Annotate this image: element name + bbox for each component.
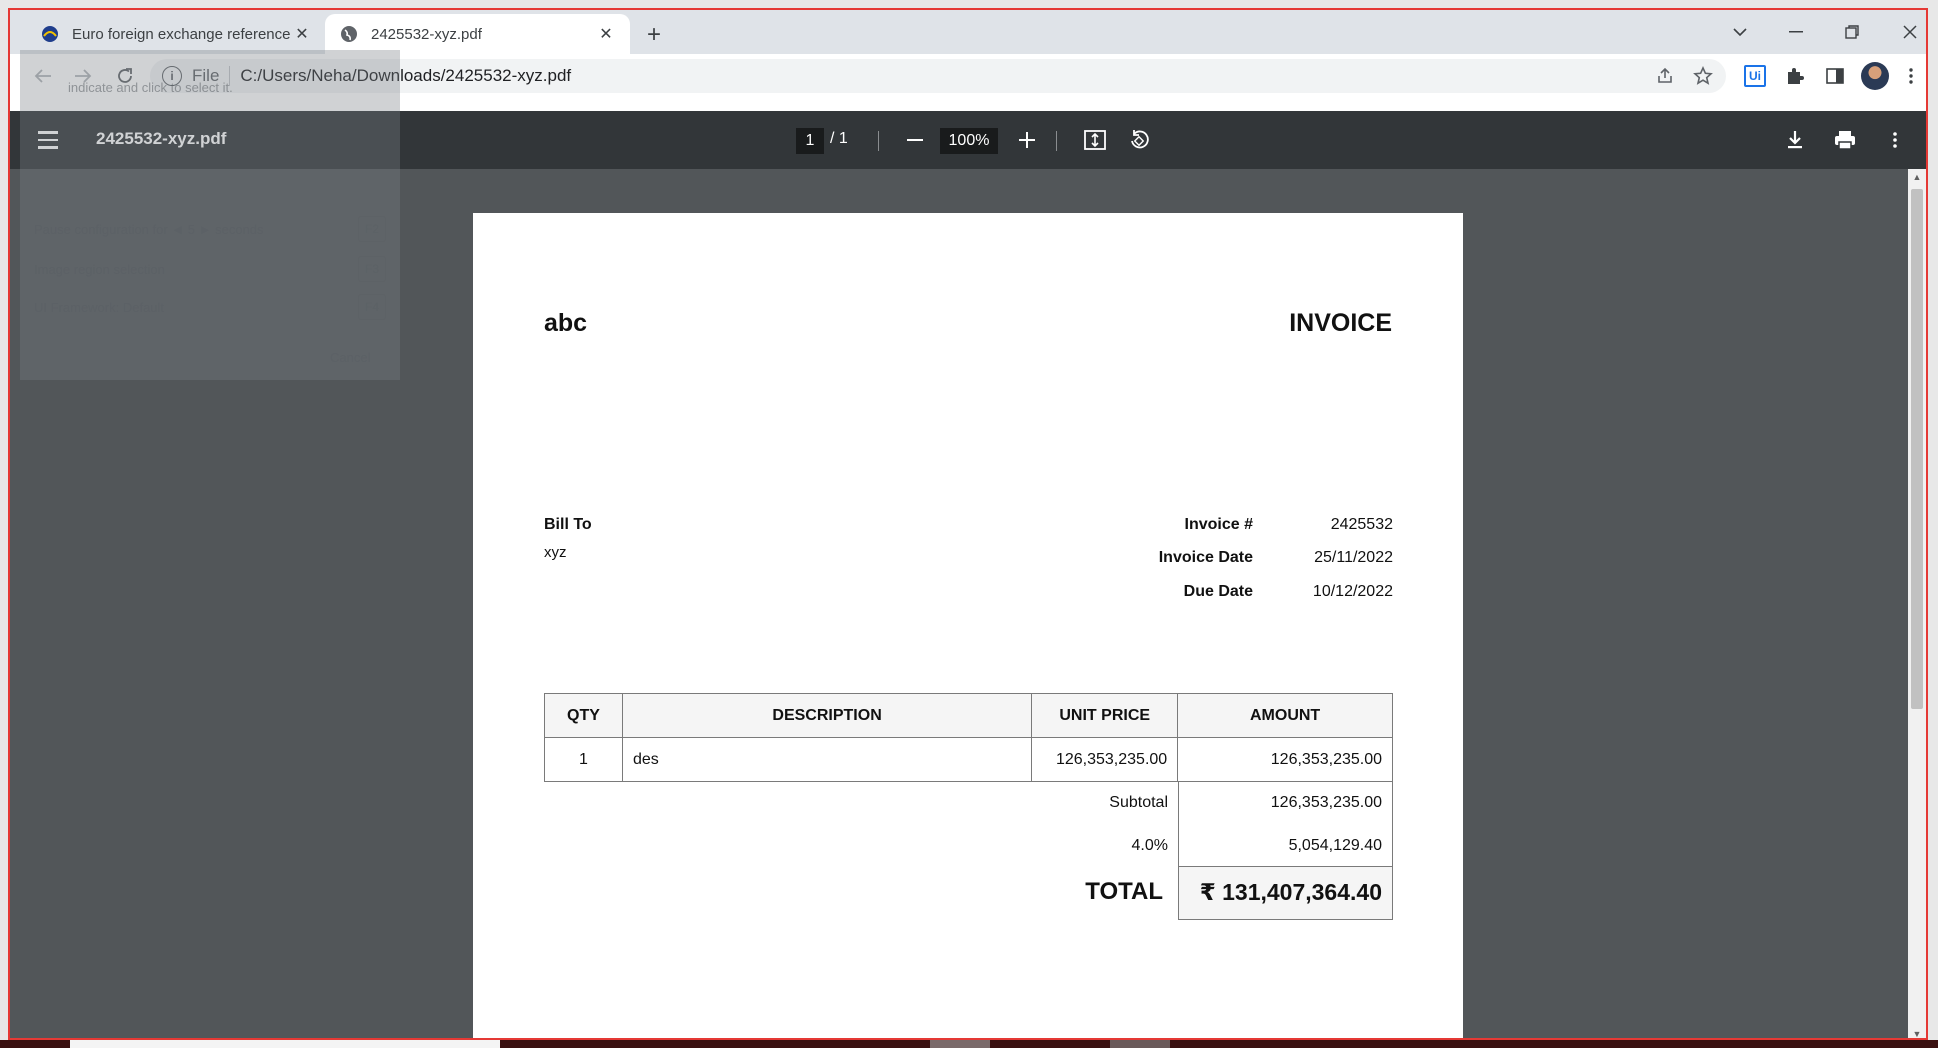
tab-title: Euro foreign exchange reference [72,25,291,43]
subtotal-row: Subtotal 126,353,235.00 [544,781,1393,825]
meta-label: Due Date [1183,583,1253,600]
faded-overlay-panel: indicate and click to select it. Pause c… [20,50,400,380]
side-panel-icon[interactable] [1820,61,1850,91]
tab-title: 2425532-xyz.pdf [371,25,482,43]
overlay-text: Image region selection [34,262,165,277]
avatar [1861,62,1889,90]
invoice-number-row: Invoice # 2425532 [1033,516,1393,534]
tax-value: 5,054,129.40 [1178,824,1393,868]
close-tab-icon[interactable]: ✕ [596,24,616,44]
meta-value: 2425532 [1330,516,1393,533]
download-icon[interactable] [1780,125,1810,155]
scrollbar-thumb[interactable] [1911,189,1923,709]
scroll-down-arrow-icon[interactable]: ▼ [1912,1029,1922,1038]
meta-label: Invoice Date [1158,549,1253,566]
overlay-text: indicate and click to select it. [68,80,233,95]
description-cell: des [621,737,1033,782]
total-label: TOTAL [1085,878,1163,905]
table-header-row: QTY DESCRIPTION UNIT PRICE AMOUNT [544,693,1393,738]
overlay-text: Pause configuration for ◄ 5 ► seconds [34,222,264,237]
invoice-date-row: Invoice Date 25/11/2022 [1033,549,1393,567]
zoom-in-button[interactable] [1012,125,1042,155]
total-row: TOTAL ₹ 131,407,364.40 [544,866,1393,920]
unit-price-cell: 126,353,235.00 [1031,737,1179,782]
uipath-extension-icon[interactable]: Ui [1740,61,1770,91]
fit-to-page-icon[interactable] [1080,125,1110,155]
overlay-key: F3 [358,256,386,282]
table-row: 1 des 126,353,235.00 126,353,235.00 [544,737,1393,782]
taskbar-strip [0,1040,1938,1048]
taskbar-segment [1110,1040,1170,1048]
subtotal-label: Subtotal [1109,794,1168,811]
zoom-level-input[interactable]: 100% [940,128,998,154]
browser-menu-icon[interactable] [1896,61,1926,91]
column-header: AMOUNT [1177,693,1393,738]
toolbar-divider [878,131,879,151]
tab-euro-exchange[interactable]: Euro foreign exchange reference ✕ [26,14,326,54]
close-tab-icon[interactable]: ✕ [292,24,312,44]
toolbar-divider [1056,131,1057,151]
browser-window: Euro foreign exchange reference ✕ 242553… [8,8,1928,1040]
extensions-puzzle-icon[interactable] [1780,61,1810,91]
overlay-key: F4 [358,294,386,320]
meta-label: Invoice # [1184,516,1253,533]
scroll-up-arrow-icon[interactable]: ▲ [1912,172,1922,182]
qty-cell: 1 [544,737,623,782]
new-tab-button[interactable]: + [640,22,668,50]
page-total: / 1 [830,130,848,147]
column-header: QTY [544,693,623,738]
taskbar-segment [930,1040,990,1048]
amount-cell: 126,353,235.00 [1177,737,1393,782]
bill-to-label: Bill To [544,516,592,533]
bookmark-star-icon[interactable] [1690,63,1716,89]
restore-button[interactable] [1832,18,1872,46]
zoom-out-button[interactable] [900,125,930,155]
tab-pdf[interactable]: 2425532-xyz.pdf ✕ [325,14,630,54]
taskbar-segment [70,1040,500,1048]
tax-label: 4.0% [1131,837,1168,854]
pdf-page: abc INVOICE Bill To xyz Invoice # 242553… [473,213,1463,1038]
tax-row: 4.0% 5,054,129.40 [544,824,1393,868]
total-value: ₹ 131,407,364.40 [1178,866,1393,920]
tab-search-chevron-icon[interactable] [1720,18,1760,46]
rotate-icon[interactable] [1124,125,1154,155]
ecb-favicon-icon [42,26,58,42]
pdf-scrollbar[interactable]: ▲ ▼ [1908,169,1926,1038]
pdf-more-options-icon[interactable] [1880,125,1910,155]
bill-to-name: xyz [544,544,567,561]
overlay-key: F2 [358,216,386,242]
column-header: DESCRIPTION [621,693,1033,738]
column-header: UNIT PRICE [1031,693,1179,738]
close-window-button[interactable] [1890,18,1926,46]
globe-icon [341,26,357,42]
subtotal-value: 126,353,235.00 [1178,781,1393,825]
share-icon[interactable] [1652,63,1678,89]
overlay-text: Cancel [330,350,371,365]
meta-value: 25/11/2022 [1314,549,1393,566]
line-items-table: QTY DESCRIPTION UNIT PRICE AMOUNT 1 des … [544,693,1393,782]
due-date-row: Due Date 10/12/2022 [1033,583,1393,601]
document-title: INVOICE [1289,309,1392,337]
meta-value: 10/12/2022 [1312,583,1393,600]
profile-avatar[interactable] [1860,61,1890,91]
minimize-button[interactable] [1776,18,1816,46]
overlay-text: UI Framework: Default [34,300,165,315]
page-number-input[interactable]: 1 [796,128,824,154]
tab-strip: Euro foreign exchange reference ✕ 242553… [10,10,1926,54]
company-name: abc [544,309,588,337]
print-icon[interactable] [1830,125,1860,155]
